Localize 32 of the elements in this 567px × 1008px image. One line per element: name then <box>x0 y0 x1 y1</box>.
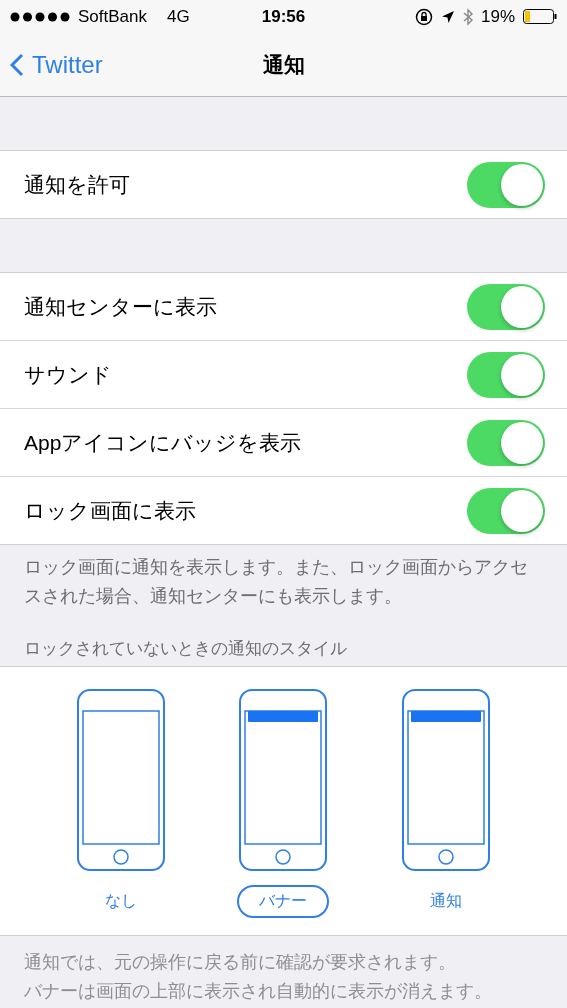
toggle-switch[interactable] <box>467 487 545 534</box>
signal-icon <box>10 11 72 22</box>
setting-label: サウンド <box>24 361 113 388</box>
location-arrow-icon <box>440 9 455 24</box>
phone-icon <box>77 689 166 871</box>
battery-icon <box>523 9 557 24</box>
phone-banner-icon <box>239 689 328 871</box>
network-type: 4G <box>167 6 190 27</box>
toggle-switch[interactable] <box>467 283 545 330</box>
setting-label: Appアイコンにバッジを表示 <box>24 429 303 456</box>
carrier-name: SoftBank <box>78 6 147 27</box>
toggle-switch[interactable] <box>467 419 545 466</box>
style-option[interactable]: バナー <box>237 885 330 918</box>
page-title: 通知 <box>262 51 305 78</box>
toggle-switch[interactable] <box>467 161 545 208</box>
footer-note: ロック画面に通知を表示します。また、ロック画面からアクセスされた場合、通知センターにも表示します。 <box>23 556 529 608</box>
setting-label: 通知を許可 <box>24 171 131 198</box>
rotation-lock-icon <box>414 7 433 26</box>
section-header: ロックされていないときの通知のスタイル <box>23 638 348 660</box>
back-button[interactable]: Twitter <box>10 50 103 79</box>
footer-note: 通知では、元の操作に戻る前に確認が要求されます。 <box>23 951 457 974</box>
clock-time: 19:56 <box>261 6 306 27</box>
battery-percent: 19% <box>480 6 515 27</box>
setting-label: ロック画面に表示 <box>24 497 197 524</box>
setting-label: 通知センターに表示 <box>24 293 218 320</box>
toggle-switch[interactable] <box>467 351 545 398</box>
style-option[interactable]: なし <box>83 885 160 918</box>
footer-note: バナーは画面の上部に表示され自動的に表示が消えます。 <box>23 980 493 1003</box>
style-option[interactable]: 通知 <box>407 885 484 918</box>
phone-banner-icon <box>401 689 490 871</box>
chevron-left-icon <box>10 52 24 77</box>
bluetooth-icon <box>462 7 473 26</box>
